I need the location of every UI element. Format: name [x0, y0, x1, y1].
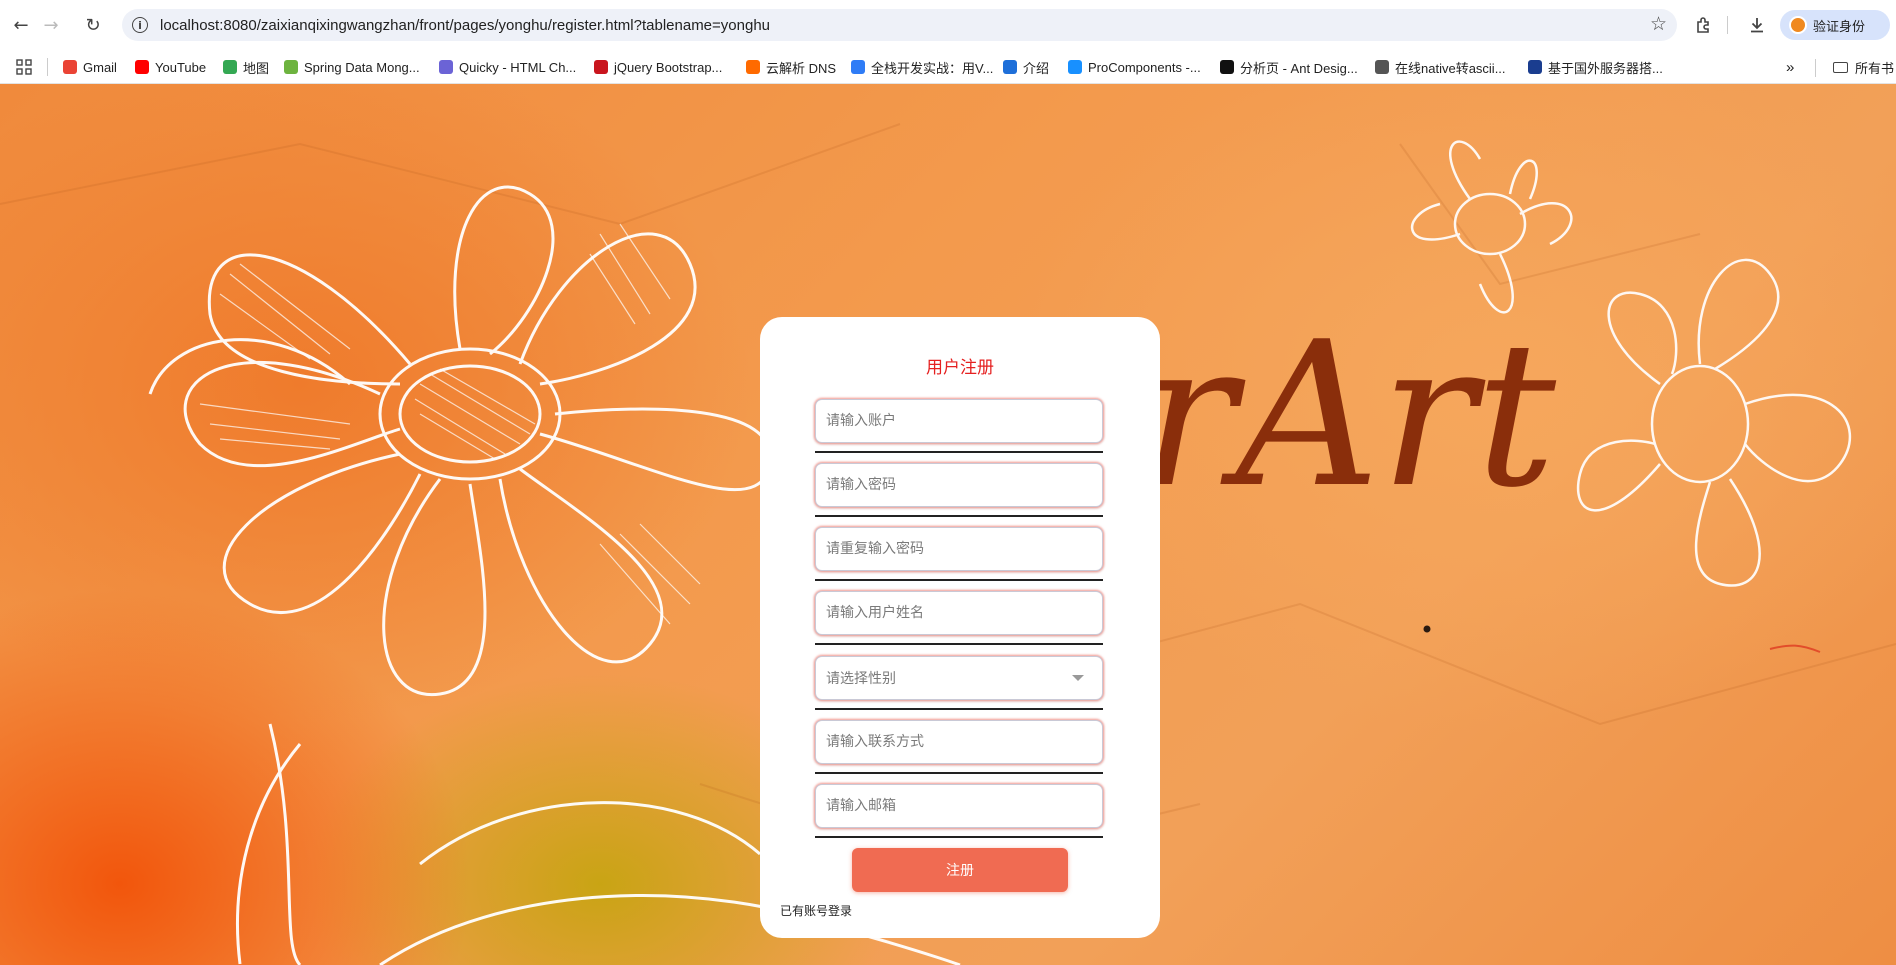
bookmark-item[interactable]: 分析页 - Ant Desig...: [1220, 56, 1358, 78]
bookmark-label: 分析页 - Ant Desig...: [1240, 60, 1358, 76]
bookmark-label: 地图: [243, 60, 270, 76]
name-underline: [815, 643, 1103, 645]
account-field[interactable]: [815, 399, 1103, 443]
address-bar[interactable]: i localhost:8080/zaixianqixingwangzhan/f…: [122, 9, 1677, 41]
background-art-text: rArt: [1140, 299, 1557, 532]
verify-identity-button[interactable]: 验证身份: [1780, 10, 1890, 40]
profile-avatar-icon: [1789, 16, 1807, 34]
gender-select[interactable]: 请选择性别: [815, 656, 1103, 700]
phone-field[interactable]: [815, 720, 1103, 764]
name-input[interactable]: [816, 592, 1102, 634]
bookmark-label: jQuery Bootstrap...: [614, 59, 723, 75]
bookmark-label: 云解析 DNS: [766, 60, 837, 76]
page-background: rArt 用户注册 请选择性别: [0, 84, 1896, 965]
back-arrow-icon[interactable]: ←: [8, 12, 34, 38]
name-field[interactable]: [815, 591, 1103, 635]
bookmark-item[interactable]: 介绍: [1003, 56, 1049, 78]
login-link[interactable]: 已有账号登录: [780, 902, 852, 919]
register-card: 用户注册 请选择性别 注册 已有账号登录: [760, 317, 1160, 938]
globe-icon: [1375, 60, 1389, 74]
chevron-down-icon[interactable]: [1072, 675, 1084, 681]
bookmark-star-icon[interactable]: ☆: [1650, 13, 1667, 35]
verify-identity-label: 验证身份: [1813, 18, 1866, 34]
bookmark-item[interactable]: Spring Data Mong...: [284, 56, 420, 78]
account-input[interactable]: [816, 400, 1102, 442]
bookmark-label: Spring Data Mong...: [304, 59, 420, 75]
bookmark-item[interactable]: Quicky - HTML Ch...: [439, 56, 576, 78]
register-button[interactable]: 注册: [852, 848, 1068, 892]
more-bookmarks-chevron-icon[interactable]: »: [1786, 56, 1794, 78]
bookmark-label: Gmail: [83, 59, 117, 75]
bookmark-item[interactable]: 地图: [223, 56, 269, 78]
quicky-icon: [439, 60, 453, 74]
youtube-icon: [135, 60, 149, 74]
spring-icon: [284, 60, 298, 74]
phone-input[interactable]: [816, 721, 1102, 763]
email-field[interactable]: [815, 784, 1103, 828]
password-input[interactable]: [816, 464, 1102, 506]
email-input[interactable]: [816, 785, 1102, 827]
bookmark-label: 基于国外服务器搭...: [1548, 60, 1663, 76]
gmail-icon: [63, 60, 77, 74]
url-text: localhost:8080/zaixianqixingwangzhan/fro…: [160, 16, 770, 34]
bookmark-label: 在线native转ascii...: [1395, 60, 1506, 76]
bookmark-label: 全栈开发实战：用V...: [871, 60, 994, 76]
bookmarks-apps-divider: [47, 58, 48, 76]
bookmark-item[interactable]: YouTube: [135, 56, 206, 78]
bookmark-item[interactable]: 云解析 DNS: [746, 56, 836, 78]
gender-underline: [815, 708, 1103, 710]
bookmark-label: YouTube: [155, 59, 207, 75]
folder-icon: [1833, 61, 1848, 73]
intro-icon: [1003, 60, 1017, 74]
bookmark-item[interactable]: Gmail: [63, 56, 117, 78]
download-icon[interactable]: [1744, 12, 1770, 38]
repassword-underline: [815, 579, 1103, 581]
bookmark-label: ProComponents -...: [1088, 59, 1201, 75]
account-underline: [815, 451, 1103, 453]
fullstack-icon: [851, 60, 865, 74]
browser-chrome: ← → ↻ i localhost:8080/zaixianqixingwang…: [0, 0, 1896, 84]
bookmarks-bar: Gmail YouTube 地图 Spring Data Mong... Quicky …: [0, 50, 1896, 84]
bookmark-item[interactable]: jQuery Bootstrap...: [594, 56, 722, 78]
reload-icon[interactable]: ↻: [80, 12, 106, 38]
server-icon: [1528, 60, 1542, 74]
password-field[interactable]: [815, 463, 1103, 507]
repassword-input[interactable]: [816, 528, 1102, 570]
bookmark-item[interactable]: 基于国外服务器搭...: [1528, 56, 1663, 78]
all-bookmarks-label: 所有书: [1855, 60, 1895, 76]
bookmarks-divider: [1815, 59, 1816, 77]
bookmark-item[interactable]: 在线native转ascii...: [1375, 56, 1506, 78]
password-underline: [815, 515, 1103, 517]
extensions-icon[interactable]: [1691, 12, 1717, 38]
maps-icon: [223, 60, 237, 74]
phone-underline: [815, 772, 1103, 774]
bookmark-item[interactable]: 全栈开发实战：用V...: [851, 56, 993, 78]
toolbar-divider: [1727, 16, 1728, 34]
pro-icon: [1220, 60, 1234, 74]
aliyun-icon: [746, 60, 760, 74]
repassword-field[interactable]: [815, 527, 1103, 571]
site-info-icon[interactable]: i: [132, 17, 148, 33]
bookmark-item[interactable]: ProComponents -...: [1068, 56, 1201, 78]
browser-toolbar: ← → ↻ i localhost:8080/zaixianqixingwang…: [0, 0, 1896, 50]
gender-select-placeholder: 请选择性别: [826, 671, 896, 687]
bookmark-label: 介绍: [1023, 60, 1050, 76]
all-bookmarks-folder[interactable]: 所有书: [1833, 56, 1894, 78]
forward-arrow-icon[interactable]: →: [38, 12, 64, 38]
email-underline: [815, 836, 1103, 838]
apps-grid-icon[interactable]: [16, 56, 32, 78]
bookmark-label: Quicky - HTML Ch...: [459, 59, 577, 75]
jquery-icon: [594, 60, 608, 74]
procomponents-icon: [1068, 60, 1082, 74]
register-title: 用户注册: [926, 358, 994, 378]
